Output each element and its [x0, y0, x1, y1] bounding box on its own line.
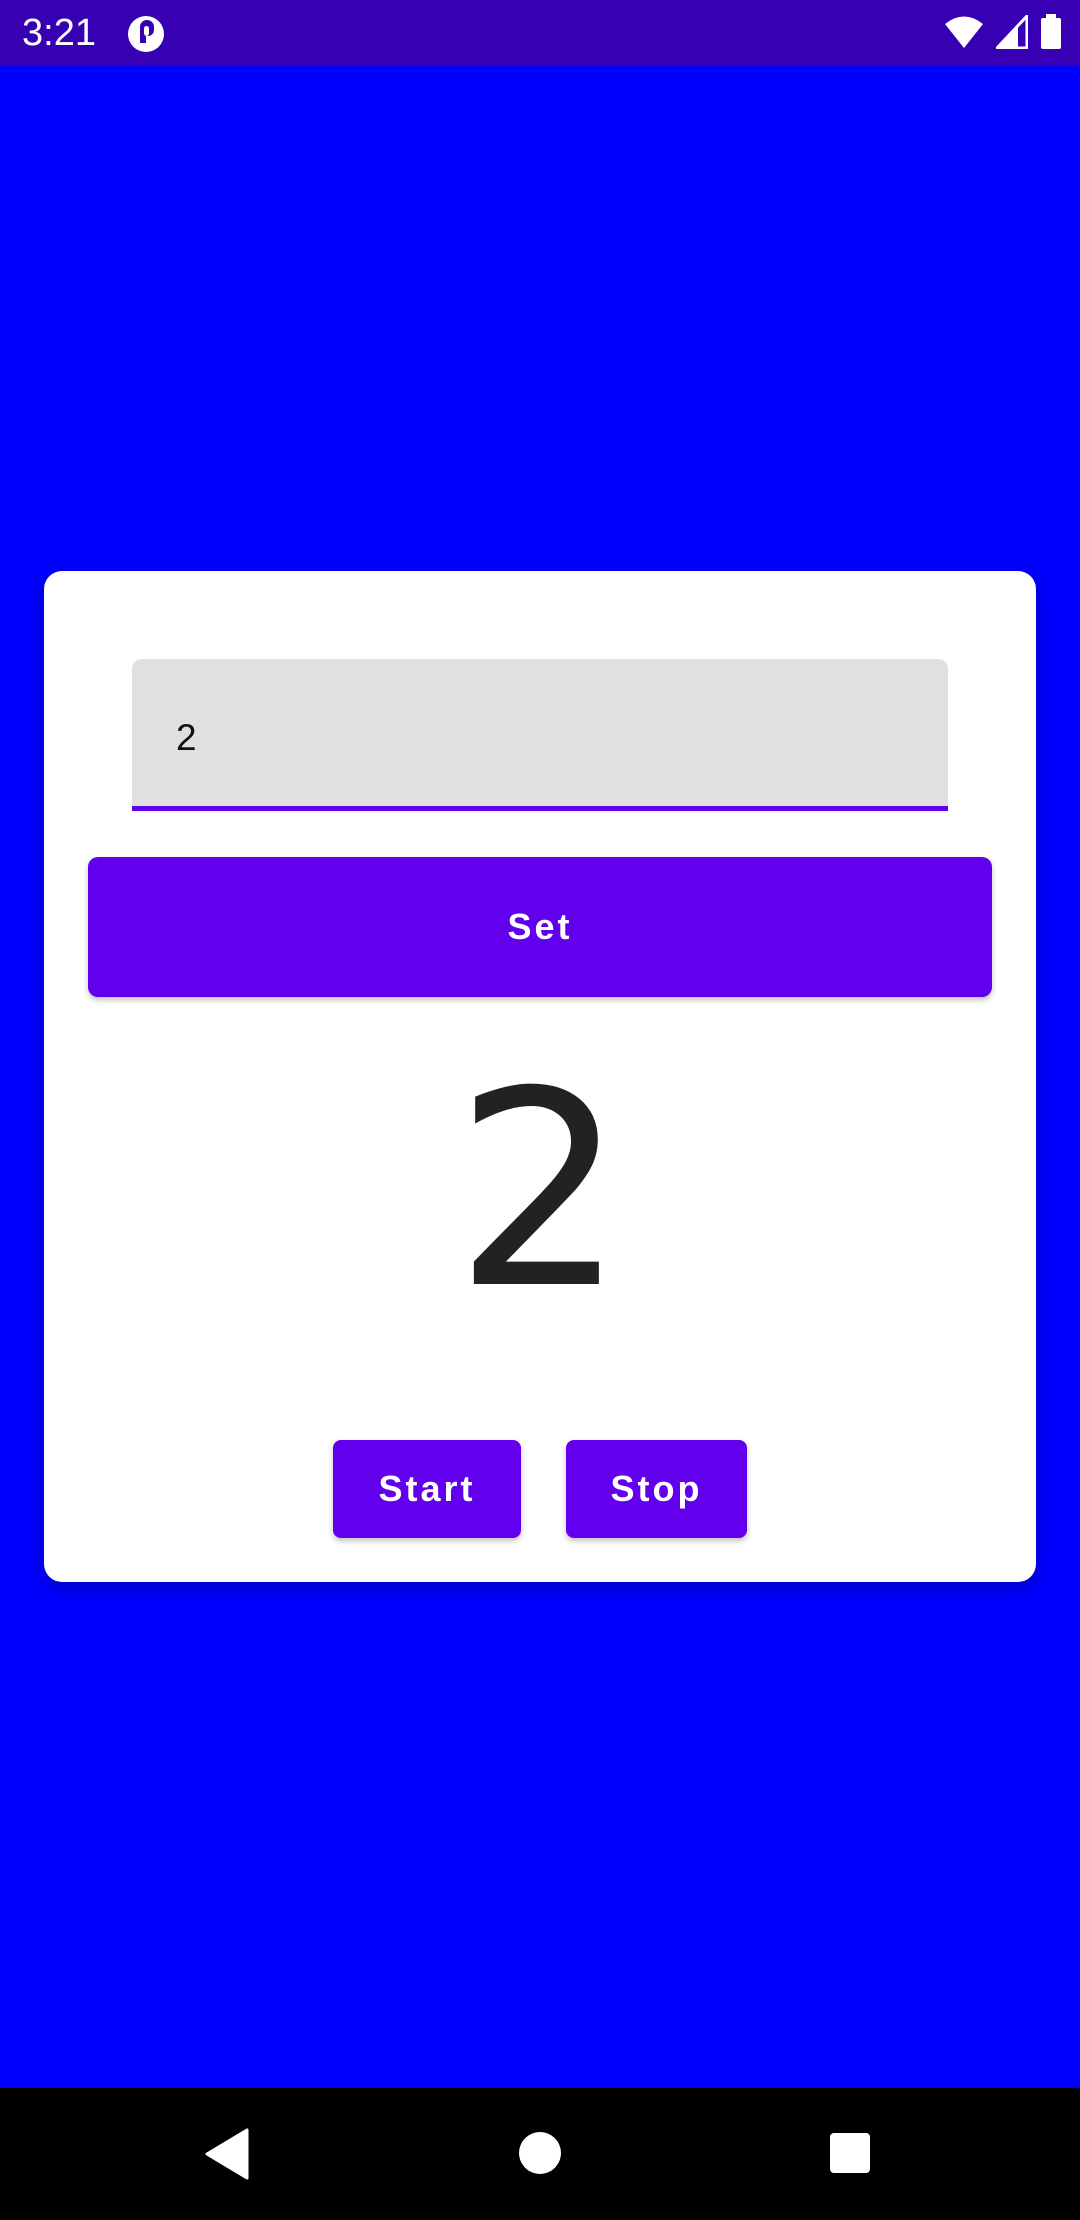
timer-card: 2 Set 2 Start Stop	[44, 571, 1036, 1582]
status-bar: 3:21	[0, 0, 1080, 66]
recents-icon[interactable]	[830, 2133, 870, 2173]
navigation-bar	[0, 2088, 1080, 2220]
number-input-field[interactable]	[132, 659, 948, 811]
wifi-icon	[944, 15, 984, 54]
pocket-casts-icon	[127, 15, 165, 53]
status-time: 3:21	[22, 12, 96, 54]
signal-icon	[993, 11, 1029, 54]
home-icon[interactable]	[519, 2132, 561, 2174]
status-icons	[944, 11, 1062, 55]
number-input-value[interactable]: 2	[176, 716, 197, 760]
back-icon[interactable]	[203, 2128, 251, 2180]
counter-display: 2	[454, 1033, 626, 1348]
battery-icon	[1040, 13, 1062, 55]
stop-button[interactable]: Stop	[566, 1440, 747, 1538]
set-button[interactable]: Set	[88, 857, 992, 997]
start-button[interactable]: Start	[333, 1440, 521, 1538]
